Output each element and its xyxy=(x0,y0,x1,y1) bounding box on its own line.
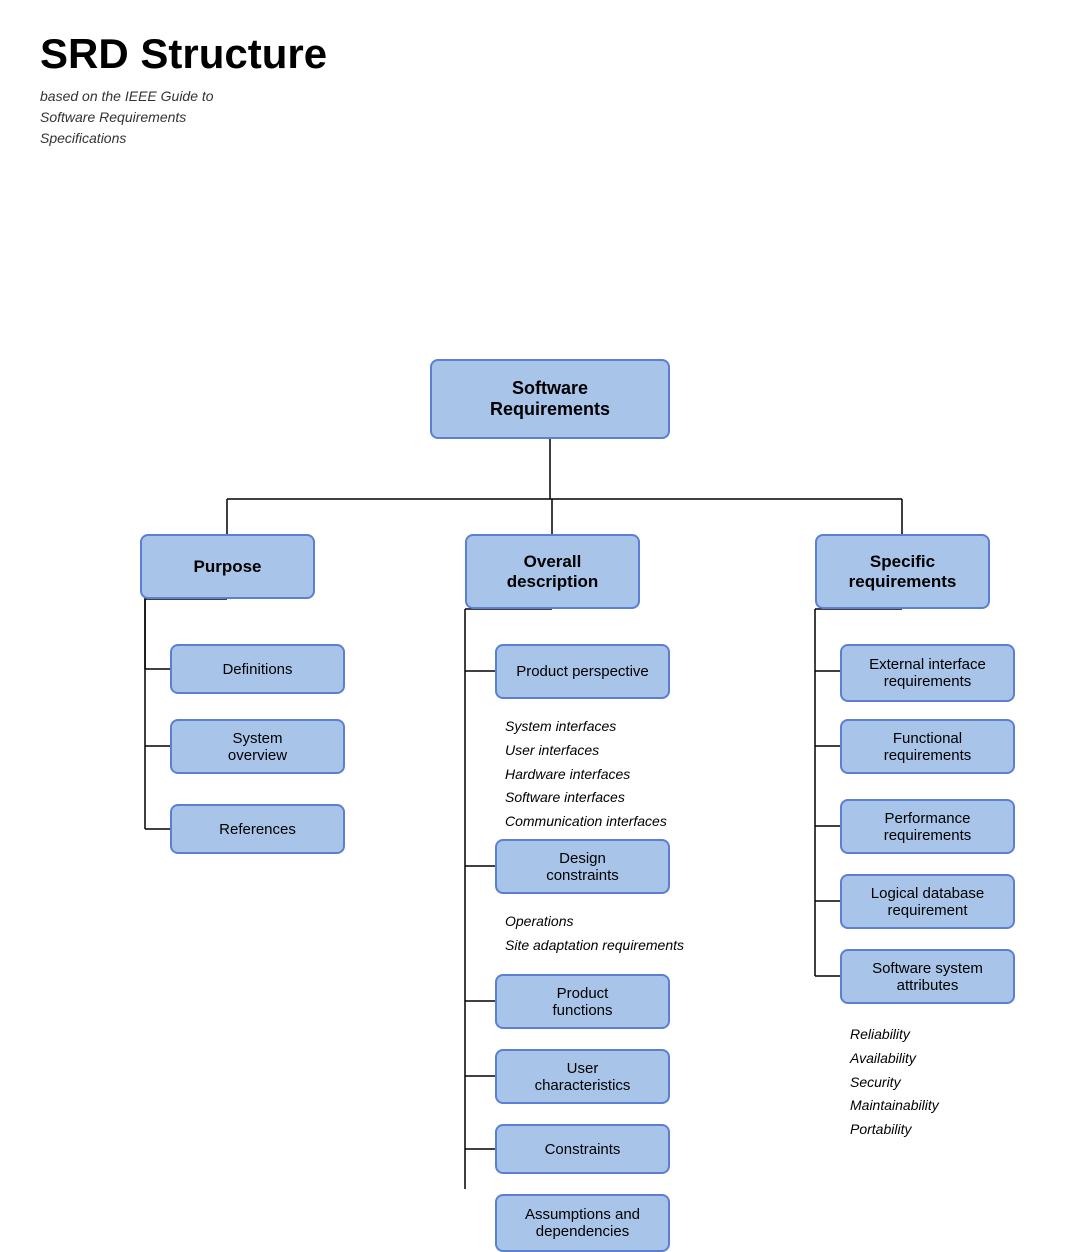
software-system-node: Software system attributes xyxy=(840,949,1015,1004)
references-node: References xyxy=(170,804,345,854)
overall-node: Overall description xyxy=(465,534,640,609)
ss-sub-node: Reliability Availability Security Mainta… xyxy=(840,1017,1015,1117)
pp-sub-node: System interfaces User interfaces Hardwa… xyxy=(495,709,710,824)
product-perspective-node: Product perspective xyxy=(495,644,670,699)
logical-db-node: Logical database requirement xyxy=(840,874,1015,929)
specific-node: Specific requirements xyxy=(815,534,990,609)
diagram: Software Requirements Purpose Overall de… xyxy=(40,189,1041,1189)
system-overview-node: System overview xyxy=(170,719,345,774)
page-subtitle: based on the IEEE Guide to Software Requ… xyxy=(40,86,240,149)
design-constraints-node: Design constraints xyxy=(495,839,670,894)
constraints-node: Constraints xyxy=(495,1124,670,1174)
user-characteristics-node: User characteristics xyxy=(495,1049,670,1104)
root-node: Software Requirements xyxy=(430,359,670,439)
purpose-node: Purpose xyxy=(140,534,315,599)
product-functions-node: Product functions xyxy=(495,974,670,1029)
functional-node: Functional requirements xyxy=(840,719,1015,774)
external-interface-node: External interface requirements xyxy=(840,644,1015,702)
page-title: SRD Structure xyxy=(40,30,1041,78)
assumptions-node: Assumptions and dependencies xyxy=(495,1194,670,1252)
performance-node: Performance requirements xyxy=(840,799,1015,854)
dc-sub-node: Operations Site adaptation requirements xyxy=(495,906,710,951)
definitions-node: Definitions xyxy=(170,644,345,694)
